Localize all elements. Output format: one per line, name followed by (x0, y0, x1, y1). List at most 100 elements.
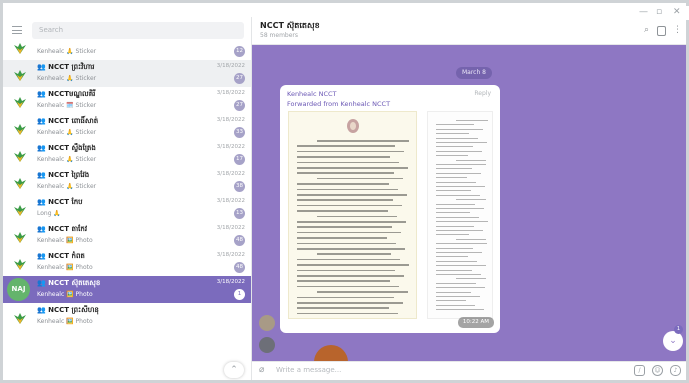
unread-count-badge: 38 (234, 181, 245, 192)
document-text-line (436, 164, 486, 165)
chat-header[interactable]: NCCT ស៊ុតតេសុខ 58 members ⌕ ⋮ (252, 17, 686, 45)
document-text-line (436, 146, 473, 148)
chat-preview: Kenhealc 🗓️ Sticker (37, 102, 97, 109)
chat-name: 👥 NCCT ព្រះសីហនុ (37, 306, 99, 314)
document-text-line (436, 291, 471, 293)
document-text-line (436, 221, 488, 223)
chat-preview: Kenhealc 🖼️ Photo (37, 237, 93, 244)
document-text-line (436, 212, 470, 214)
chat-name: 👥 NCCT កំពត (37, 252, 85, 260)
chat-name: 👥 NCCT ព្រះវិហារ (37, 63, 95, 71)
document-text-line (436, 150, 482, 152)
document-text-line (436, 172, 481, 174)
chat-date: 3/18/2022 (216, 63, 245, 69)
maximize-icon[interactable]: ▫ (656, 7, 662, 17)
chat-preview: Kenhealc 🖼️ Photo (37, 318, 93, 325)
document-text-line (297, 150, 404, 153)
document-text-line (436, 252, 482, 253)
chat-list-item[interactable]: 👥 NCCT ពោធិ៍សាត់ Kenhealc 🙏 Sticker 3/18… (3, 114, 251, 141)
message-input[interactable]: Write a message... (276, 366, 341, 374)
chat-date: 3/18/2022 (216, 198, 245, 204)
unread-count-badge: 48 (234, 262, 245, 273)
document-text-line (297, 167, 408, 169)
ncct-logo-icon (14, 124, 26, 135)
forwarded-message[interactable]: Kenhealc NCCT Forwarded from Kenhealc NC… (280, 85, 500, 333)
document-text-line (297, 296, 394, 299)
chat-list-item[interactable]: 👥 NCCT ស្ទឹងត្រែង Kenhealc 🙏 Sticker 3/1… (3, 141, 251, 168)
chat-list-item[interactable]: Kenhealc 🙏 Sticker 12 (3, 33, 251, 60)
document-text-line (297, 302, 403, 304)
document-text-line (436, 274, 481, 275)
chat-list-item[interactable]: 👥 NCCTមណ្ឌលគិរី Kenhealc 🗓️ Sticker 3/18… (3, 87, 251, 114)
chat-date: 3/18/2022 (216, 279, 245, 285)
conversation-panel: NCCT ស៊ុតតេសុខ 58 members ⌕ ⋮ March 8 Ke… (252, 17, 686, 380)
document-text-line (297, 275, 404, 277)
document-image[interactable] (288, 111, 417, 319)
attach-icon[interactable]: ⌀ (259, 365, 269, 377)
document-image-second[interactable] (427, 111, 493, 319)
chat-date: 3/18/2022 (216, 144, 245, 150)
sender-avatar[interactable] (259, 337, 275, 353)
document-text-line (317, 215, 397, 218)
chat-preview: Kenhealc 🙏 Sticker (37, 129, 97, 136)
document-text-line (436, 225, 474, 227)
chat-list-item[interactable]: 👥 NCCT តាកែវ Kenhealc 🖼️ Photo 3/18/2022… (3, 222, 251, 249)
chat-date: 3/18/2022 (216, 117, 245, 123)
ncct-logo-icon (14, 259, 26, 270)
chat-title: NCCT ស៊ុតតេសុខ (260, 21, 320, 30)
minimize-icon[interactable]: — (639, 7, 648, 17)
document-text-line (436, 300, 466, 302)
unread-count-badge: 1 (234, 289, 245, 300)
document-text-line (436, 243, 487, 245)
chat-avatar (8, 224, 31, 247)
chat-list-item[interactable]: NAJ 👥 NCCT ស៊ុតតេសុខ Kenhealc 🖼️ Photo 3/… (3, 276, 251, 303)
microphone-icon[interactable]: ♪ (670, 365, 681, 376)
message-sender[interactable]: Kenhealc NCCT (287, 90, 337, 98)
forwarded-from[interactable]: Forwarded from Kenhealc NCCT (287, 100, 390, 108)
document-text-line (297, 172, 394, 174)
document-text-line (297, 221, 406, 223)
document-text-line (436, 203, 475, 205)
chat-list-item[interactable]: 👥 NCCT ព្រះវិហារ Kenhealc 🙏 Sticker 3/18… (3, 60, 251, 87)
chat-name: 👥 NCCTមណ្ឌលគិរី (37, 90, 96, 98)
chat-list-item[interactable]: 👥 NCCT ព្រះសីហនុ Kenhealc 🖼️ Photo (3, 303, 251, 330)
document-text-line (436, 296, 480, 297)
chat-list-item[interactable]: 👥 NCCT កំពត Kenhealc 🖼️ Photo 3/18/2022 4… (3, 249, 251, 276)
command-icon[interactable]: / (634, 365, 645, 376)
document-text-line (436, 216, 479, 218)
chat-date: 3/18/2022 (216, 171, 245, 177)
sidebar-toggle-icon[interactable] (657, 26, 666, 36)
ncct-logo-icon (14, 151, 26, 162)
chat-avatar (8, 116, 31, 139)
chat-date: 3/18/2022 (216, 252, 245, 258)
chat-date: 3/18/2022 (216, 225, 245, 231)
chat-preview: Long 🙏 (37, 210, 61, 217)
document-text-line (297, 264, 409, 266)
reply-button[interactable]: Reply (474, 90, 491, 97)
search-icon[interactable]: ⌕ (641, 25, 652, 36)
unread-count-badge: 12 (234, 46, 245, 57)
document-text-line (436, 309, 484, 311)
document-text-line (317, 140, 409, 142)
emoji-icon[interactable]: ☺ (652, 365, 663, 376)
chat-list-item[interactable]: 👥 NCCT ព្រៃវែង Kenhealc 🙏 Sticker 3/18/2… (3, 168, 251, 195)
document-text-line (436, 287, 485, 289)
document-text-line (436, 256, 468, 258)
sender-avatar[interactable] (259, 315, 275, 331)
scroll-up-icon[interactable]: ⌃ (224, 362, 244, 378)
document-text-line (436, 128, 483, 130)
document-text-line (436, 155, 468, 157)
more-options-icon[interactable]: ⋮ (672, 25, 683, 36)
chat-list-item[interactable]: 👥 NCCT កែប Long 🙏 3/18/2022 13 (3, 195, 251, 222)
scroll-down-icon[interactable]: ⌄ (663, 331, 683, 351)
ncct-logo-icon (14, 43, 26, 54)
unread-count-badge: 27 (234, 100, 245, 111)
document-text-line (436, 282, 476, 284)
close-icon[interactable]: ✕ (673, 7, 681, 17)
chat-avatar (8, 305, 31, 328)
composer: ⌀ Write a message... / ☺ ♪ (252, 361, 686, 380)
chat-avatar (8, 143, 31, 166)
chat-name: 👥 NCCT ស្ទឹងត្រែង (37, 144, 96, 152)
chat-avatar (8, 35, 31, 58)
document-text-line (317, 177, 403, 180)
